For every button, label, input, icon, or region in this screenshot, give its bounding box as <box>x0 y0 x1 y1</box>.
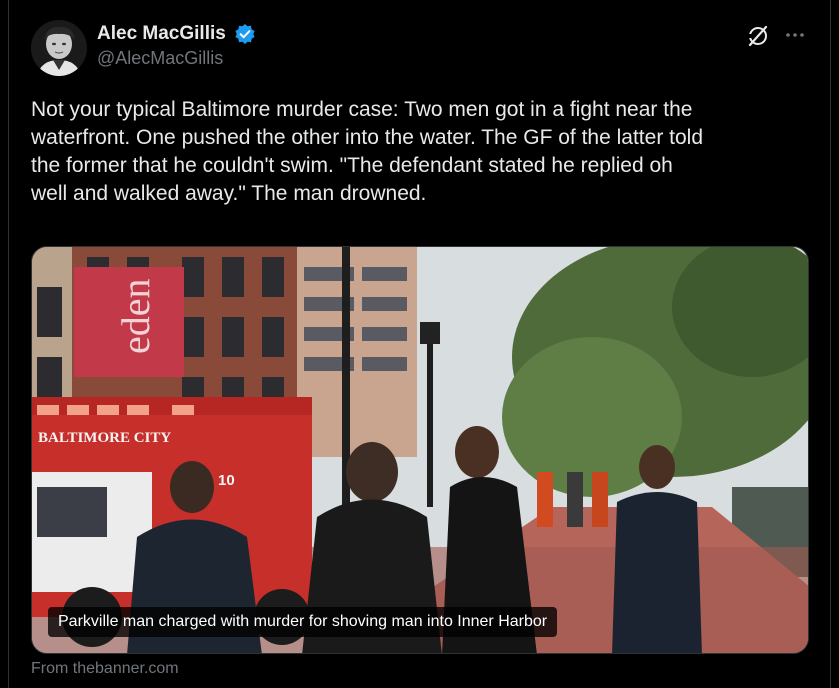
tweet-text: Not your typical Baltimore murder case: … <box>31 98 703 205</box>
storefront-sign-text: eden <box>113 278 158 354</box>
author-names: Alec MacGillis @AlecMacGillis <box>97 23 256 69</box>
more-options-icon[interactable] <box>784 24 806 46</box>
tweet-card: Alec MacGillis @AlecMacGillis Not your t… <box>8 0 831 688</box>
news-photo: eden BALTIMORE CITY 10 <box>32 247 808 653</box>
tweet-header: Alec MacGillis @AlecMacGillis <box>31 20 810 80</box>
verified-badge-icon[interactable] <box>234 23 256 45</box>
link-card-headline[interactable]: Parkville man charged with murder for sh… <box>48 607 558 637</box>
avatar-image <box>31 20 87 76</box>
link-card-image[interactable]: eden BALTIMORE CITY 10 Parkville man cha… <box>31 246 809 654</box>
author-handle[interactable]: @AlecMacGillis <box>97 48 256 69</box>
author-display-name[interactable]: Alec MacGillis <box>97 23 226 45</box>
ambulance-label-text: BALTIMORE CITY <box>38 430 171 446</box>
ambulance-unit-text: 10 <box>218 472 235 489</box>
avatar[interactable] <box>31 20 87 76</box>
link-card-source[interactable]: From thebanner.com <box>31 660 179 678</box>
grok-icon[interactable] <box>746 24 770 48</box>
